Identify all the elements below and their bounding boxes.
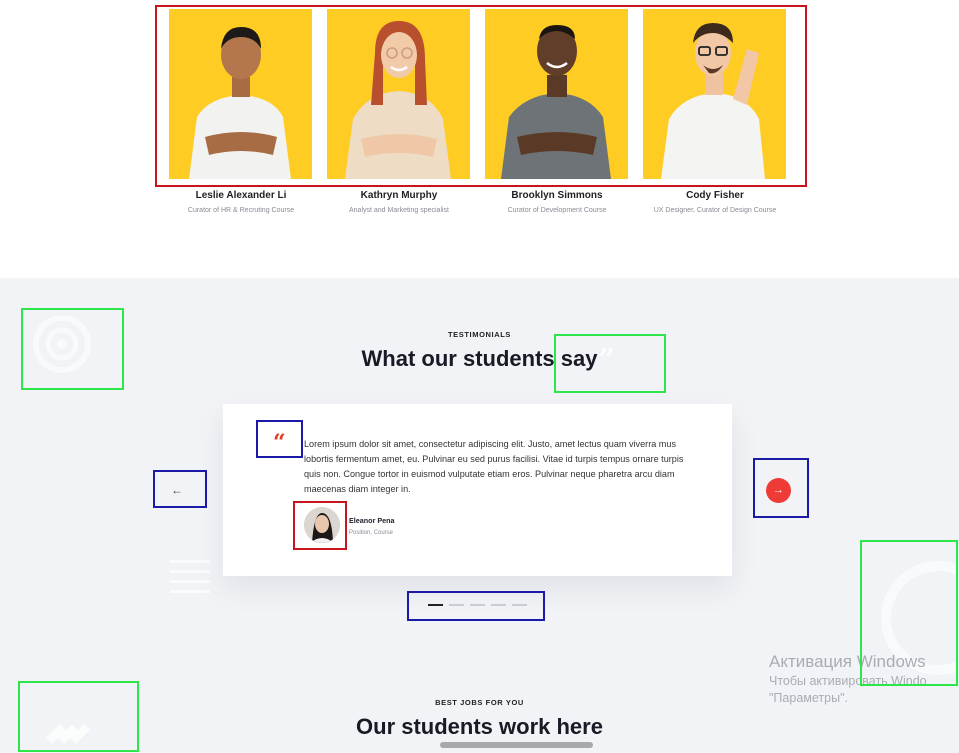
carousel-dot[interactable] — [512, 604, 527, 606]
dots-decoration-icon — [170, 560, 210, 593]
member-photo — [327, 9, 470, 179]
carousel-prev-button[interactable]: ← — [168, 481, 186, 499]
member-name: Leslie Alexander Li — [195, 190, 287, 201]
testimonials-title: What our students say — [361, 346, 598, 371]
watermark-line-2: "Параметры". — [769, 691, 848, 705]
jobs-title: Our students work here — [356, 714, 603, 739]
carousel-pagination — [426, 603, 530, 609]
team-member-card[interactable]: Kathryn Murphy Analyst and Marketing spe… — [319, 9, 479, 219]
member-photo — [485, 9, 628, 179]
carousel-next-button[interactable]: → — [766, 478, 791, 503]
testimonial-quote: Lorem ipsum dolor sit amet, consectetur … — [304, 439, 684, 494]
member-photo — [169, 9, 312, 179]
horizontal-scrollbar[interactable] — [440, 742, 593, 748]
team-grid: Leslie Alexander Li Curator of HR & Recr… — [161, 9, 801, 219]
carousel-dot[interactable] — [491, 604, 506, 606]
windows-activation-watermark: Активация Windows Чтобы активировать Win… — [769, 651, 959, 707]
author-position: Position, Course — [349, 530, 394, 536]
member-photo — [643, 9, 786, 179]
avatar — [304, 507, 340, 543]
member-role: Analyst and Marketing specialist — [349, 207, 449, 214]
member-role: UX Designer, Curator of Design Course — [653, 207, 777, 214]
watermark-line-1: Чтобы активировать Windo — [769, 674, 927, 688]
member-role: Curator of HR & Recruting Course — [187, 207, 295, 214]
watermark-title: Активация Windows — [769, 652, 926, 671]
testimonials-eyebrow: TESTIMONIALS — [447, 330, 512, 339]
carousel-dot[interactable] — [449, 604, 464, 606]
team-member-card[interactable]: Leslie Alexander Li Curator of HR & Recr… — [161, 9, 321, 219]
carousel-dot[interactable] — [470, 604, 485, 606]
author-name: Eleanor Pena — [349, 516, 395, 525]
quote-icon: “ — [273, 430, 286, 456]
member-name: Kathryn Murphy — [360, 190, 438, 201]
team-section: Leslie Alexander Li Curator of HR & Recr… — [0, 0, 959, 278]
carousel-dot[interactable] — [428, 604, 443, 606]
member-role: Curator of Development Course — [507, 207, 607, 214]
member-name: Cody Fisher — [686, 190, 744, 201]
team-member-card[interactable]: Cody Fisher UX Designer, Curator of Desi… — [635, 9, 795, 219]
member-name: Brooklyn Simmons — [511, 190, 603, 201]
team-member-card[interactable]: Brooklyn Simmons Curator of Development … — [477, 9, 637, 219]
